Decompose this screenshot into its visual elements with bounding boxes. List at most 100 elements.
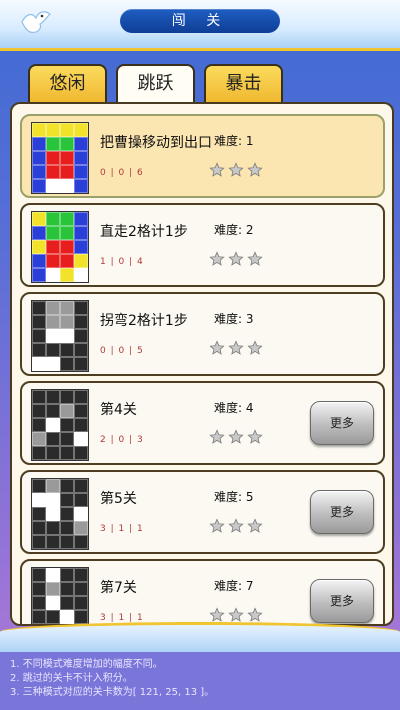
thumb-cell (60, 179, 74, 193)
thumb-cell (60, 493, 74, 507)
thumb-cell (46, 596, 60, 610)
thumb-cell (60, 254, 74, 268)
level-list-panel[interactable]: 把曹操移动到出口 难度: 1 0 | 0 | 6 直走2格计1步 难度: 2 1… (10, 102, 394, 626)
level-difficulty: 难度: 5 (214, 490, 254, 504)
rules-notes: 1. 不同模式难度增加的幅度不同。 2. 跳过的关卡不计入积分。 3. 三种模式… (0, 652, 400, 710)
thumb-cell (74, 535, 88, 549)
level-difficulty: 难度: 4 (214, 401, 254, 415)
more-button[interactable]: 更多 (310, 579, 374, 623)
thumb-cell (32, 254, 46, 268)
thumb-cell (74, 479, 88, 493)
thumb-cell (74, 212, 88, 226)
thumb-cell (74, 151, 88, 165)
level-card-1[interactable]: 把曹操移动到出口 难度: 1 0 | 0 | 6 (20, 114, 385, 198)
thumb-cell (32, 165, 46, 179)
thumb-cell (60, 521, 74, 535)
star-icon (209, 162, 225, 182)
star-rating (209, 251, 263, 271)
thumb-cell (60, 343, 74, 357)
star-icon (247, 429, 263, 449)
thumb-cell (46, 123, 60, 137)
thumb-cell (32, 479, 46, 493)
level-card-3[interactable]: 拐弯2格计1步 难度: 3 0 | 0 | 5 (20, 292, 385, 376)
level-thumbnail (31, 567, 89, 624)
level-name: 把曹操移动到出口 (100, 135, 212, 151)
thumb-cell (46, 357, 60, 371)
star-icon (209, 518, 225, 538)
thumb-cell (60, 329, 74, 343)
level-difficulty: 难度: 1 (214, 134, 254, 148)
thumb-cell (32, 179, 46, 193)
thumb-cell (46, 493, 60, 507)
thumb-cell (46, 390, 60, 404)
tab-leisure[interactable]: 悠闲 (28, 64, 107, 102)
level-card-5[interactable]: 第5关 难度: 5 3 | 1 | 1 更多 (20, 470, 385, 554)
thumb-cell (74, 390, 88, 404)
level-card-6[interactable]: 第7关 难度: 7 3 | 1 | 1 更多 (20, 559, 385, 624)
thumb-cell (60, 596, 74, 610)
thumb-cell (74, 418, 88, 432)
thumb-cell (74, 507, 88, 521)
level-name: 直走2格计1步 (100, 224, 188, 240)
thumb-cell (60, 404, 74, 418)
level-thumbnail (31, 300, 89, 372)
thumb-cell (60, 268, 74, 282)
thumb-cell (74, 568, 88, 582)
page-title: 闯 关 (120, 9, 280, 33)
thumb-cell (32, 568, 46, 582)
thumb-cell (32, 151, 46, 165)
thumb-cell (60, 212, 74, 226)
level-thumbnail (31, 122, 89, 194)
thumb-cell (60, 507, 74, 521)
thumb-cell (46, 446, 60, 460)
thumb-cell (60, 535, 74, 549)
thumb-cell (46, 254, 60, 268)
thumb-cell (60, 446, 74, 460)
star-icon (247, 251, 263, 271)
thumb-cell (46, 179, 60, 193)
thumb-cell (46, 582, 60, 596)
thumb-cell (74, 596, 88, 610)
thumb-cell (32, 521, 46, 535)
level-thumbnail (31, 478, 89, 550)
thumb-cell (46, 521, 60, 535)
star-icon (228, 340, 244, 360)
level-card-2[interactable]: 直走2格计1步 难度: 2 1 | 0 | 4 (20, 203, 385, 287)
thumb-cell (74, 165, 88, 179)
thumb-cell (60, 418, 74, 432)
thumb-cell (60, 315, 74, 329)
thumb-cell (32, 315, 46, 329)
level-difficulty: 难度: 2 (214, 223, 254, 237)
mode-tabs: 悠闲 跳跃 暴击 (28, 64, 283, 102)
more-button[interactable]: 更多 (310, 401, 374, 445)
thumb-cell (32, 240, 46, 254)
thumb-cell (60, 582, 74, 596)
more-button[interactable]: 更多 (310, 490, 374, 534)
header-bar: 闯 关 (0, 0, 400, 51)
level-name: 第4关 (100, 402, 137, 418)
tab-crit[interactable]: 暴击 (204, 64, 283, 102)
thumb-cell (74, 432, 88, 446)
thumb-cell (32, 123, 46, 137)
thumb-cell (74, 582, 88, 596)
thumb-cell (60, 610, 74, 624)
thumb-cell (32, 137, 46, 151)
dove-back-icon[interactable] (20, 8, 52, 36)
thumb-cell (74, 610, 88, 624)
level-card-4[interactable]: 第4关 难度: 4 2 | 0 | 3 更多 (20, 381, 385, 465)
thumb-cell (46, 432, 60, 446)
thumb-cell (74, 315, 88, 329)
thumb-cell (60, 123, 74, 137)
level-difficulty: 难度: 7 (214, 579, 254, 593)
bottom-decor-band (0, 622, 400, 655)
thumb-cell (60, 432, 74, 446)
level-difficulty: 难度: 3 (214, 312, 254, 326)
tab-jump[interactable]: 跳跃 (116, 64, 195, 102)
thumb-cell (32, 418, 46, 432)
thumb-cell (46, 479, 60, 493)
star-icon (209, 251, 225, 271)
thumb-cell (74, 404, 88, 418)
thumb-cell (60, 165, 74, 179)
thumb-cell (46, 315, 60, 329)
thumb-cell (74, 268, 88, 282)
